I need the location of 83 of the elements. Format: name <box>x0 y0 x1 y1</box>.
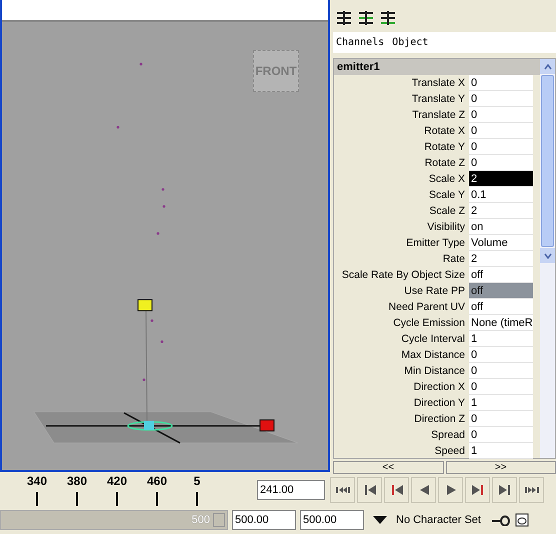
attribute-name[interactable]: Direction Z <box>334 411 469 427</box>
attribute-name[interactable]: Scale Z <box>334 203 469 219</box>
attribute-value[interactable]: 0 <box>469 427 533 443</box>
attribute-value[interactable]: 0 <box>469 411 533 427</box>
layout-icon[interactable] <box>336 10 352 26</box>
playback-button[interactable] <box>519 477 544 503</box>
attribute-value[interactable]: 0 <box>469 363 533 379</box>
frame-number: 380 <box>66 474 88 488</box>
attribute-value[interactable]: 0 <box>469 155 533 171</box>
attribute-value[interactable]: None (timeR <box>469 315 533 331</box>
playback-button[interactable] <box>330 477 355 503</box>
start-time-field[interactable]: 500.00 <box>232 510 296 530</box>
dropdown-arrow-icon[interactable] <box>372 515 388 525</box>
playback-button[interactable] <box>384 477 409 503</box>
layout-icon[interactable] <box>380 10 396 26</box>
preferences-icon[interactable] <box>514 513 529 527</box>
attribute-name[interactable]: Need Parent UV <box>334 299 469 315</box>
attribute-value[interactable]: 0 <box>469 107 533 123</box>
step-icon <box>496 483 512 497</box>
attribute-name[interactable]: Rotate X <box>334 123 469 139</box>
attribute-value[interactable]: 0 <box>469 139 533 155</box>
scrollbar[interactable] <box>540 59 555 458</box>
character-set-menu[interactable]: No Character Set <box>396 514 481 526</box>
attribute-name[interactable]: Translate X <box>334 75 469 91</box>
attribute-value[interactable]: 0.1 <box>469 187 533 203</box>
end-time-field[interactable]: 500.00 <box>300 510 364 530</box>
attribute-name[interactable]: Min Distance <box>334 363 469 379</box>
attribute-name[interactable]: Cycle Emission <box>334 315 469 331</box>
layout-icon[interactable] <box>358 10 374 26</box>
attribute-value[interactable]: 2 <box>469 171 533 187</box>
attribute-name[interactable]: Rate <box>334 251 469 267</box>
attribute-value[interactable]: 1 <box>469 443 533 459</box>
attribute-name[interactable]: Scale X <box>334 171 469 187</box>
playback-button[interactable] <box>465 477 490 503</box>
attribute-value[interactable]: 0 <box>469 347 533 363</box>
attribute-name[interactable]: Rotate Y <box>334 139 469 155</box>
attribute-value[interactable]: off <box>469 267 533 283</box>
attribute-value[interactable]: 0 <box>469 75 533 91</box>
attribute-name[interactable]: Max Distance <box>334 347 469 363</box>
frame-number: 5 <box>194 474 200 488</box>
attribute-value[interactable]: 1 <box>469 395 533 411</box>
timeline-ruler[interactable]: 340 380 420 460 5 <box>0 474 254 506</box>
scroll-down-icon[interactable] <box>544 252 552 258</box>
frame-number: 340 <box>26 474 48 488</box>
step-icon <box>470 483 486 497</box>
attribute-value[interactable]: off <box>469 299 533 315</box>
scroll-up-icon[interactable] <box>544 64 552 70</box>
menu-item[interactable]: Channels <box>336 36 384 48</box>
attribute-value[interactable]: 0 <box>469 91 533 107</box>
attribute-name[interactable]: Rotate Z <box>334 155 469 171</box>
attribute-name[interactable]: Scale Rate By Object Size <box>334 267 469 283</box>
node-name: emitter1 <box>334 59 540 75</box>
attribute-name[interactable]: Scale Y <box>334 187 469 203</box>
play-button[interactable] <box>438 477 463 503</box>
attribute-name[interactable]: Emitter Type <box>334 235 469 251</box>
attribute-name[interactable]: Spread <box>334 427 469 443</box>
current-time-field[interactable]: 241.00 <box>257 480 325 500</box>
menu-item[interactable]: Object <box>392 36 428 48</box>
attribute-name[interactable]: Translate Y <box>334 91 469 107</box>
attribute-name[interactable]: Cycle Interval <box>334 331 469 347</box>
playback-button[interactable] <box>492 477 517 503</box>
attribute-name[interactable]: Direction X <box>334 379 469 395</box>
playback-button[interactable] <box>357 477 382 503</box>
page-button[interactable]: >> <box>446 461 556 474</box>
attribute-name[interactable]: Translate Z <box>334 107 469 123</box>
attribute-name[interactable]: Visibility <box>334 219 469 235</box>
playback-button[interactable] <box>411 477 436 503</box>
attribute-name[interactable]: Use Rate PP <box>334 283 469 299</box>
attribute-name[interactable]: Speed <box>334 443 469 459</box>
attribute-value[interactable]: 0 <box>469 379 533 395</box>
attribute-value[interactable]: 0 <box>469 123 533 139</box>
range-end-label: 500 <box>192 514 210 526</box>
attribute-value[interactable]: 2 <box>469 251 533 267</box>
attribute-value[interactable]: Volume <box>469 235 533 251</box>
frame-number: 460 <box>146 474 168 488</box>
attribute-value[interactable]: 1 <box>469 331 533 347</box>
key-icon[interactable] <box>490 514 511 526</box>
page-button[interactable]: << <box>333 461 444 474</box>
attribute-value[interactable]: 2 <box>469 203 533 219</box>
attribute-value[interactable]: on <box>469 219 533 235</box>
frame-number: 420 <box>106 474 128 488</box>
attribute-value[interactable]: off <box>469 283 533 299</box>
attribute-name[interactable]: Direction Y <box>334 395 469 411</box>
